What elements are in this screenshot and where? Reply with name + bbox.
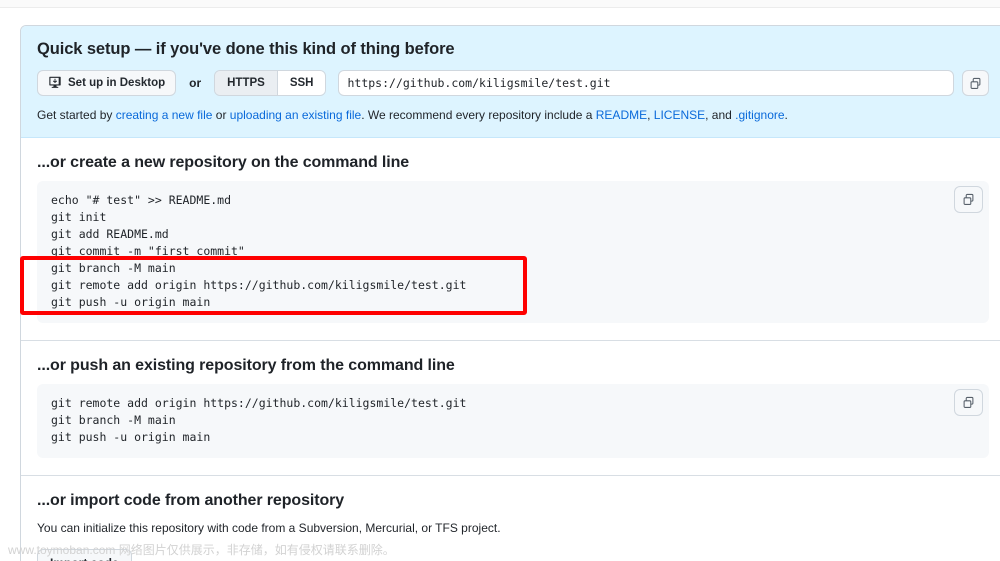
push-existing-code-wrap: git remote add origin https://github.com… (37, 384, 989, 459)
get-started-sep1: , (647, 108, 654, 122)
copy-create-repo-code-button[interactable] (954, 186, 983, 213)
push-existing-repository-title: ...or push an existing repository from t… (37, 357, 455, 375)
get-started-text: Get started by creating a new file or up… (37, 106, 989, 124)
repo-url-input[interactable] (338, 70, 954, 96)
create-new-repository-title: ...or create a new repository on the com… (37, 154, 410, 171)
link-readme[interactable]: README (596, 108, 647, 122)
protocol-ssh-button[interactable]: SSH (276, 71, 326, 95)
browser-top-strip (0, 0, 1000, 8)
quick-setup-title: Quick setup — if you've done this kind o… (37, 40, 455, 58)
get-started-suffix: . (784, 108, 788, 122)
get-started-middle: . We recommend every repository include … (361, 108, 596, 122)
create-repo-code-wrap: echo "# test" >> README.md git init git … (37, 181, 989, 324)
push-existing-code-block[interactable]: git remote add origin https://github.com… (37, 384, 989, 459)
footer-watermark: www.toymoban.com 网络图片仅供展示，非存储，如有侵权请联系删除。 (8, 543, 395, 557)
get-started-or: or (212, 108, 230, 122)
set-up-in-desktop-label: Set up in Desktop (68, 77, 166, 89)
protocol-https-button[interactable]: HTTPS (215, 71, 277, 95)
copy-push-existing-code-button[interactable] (954, 389, 983, 417)
push-existing-repository-section: ...or push an existing repository from t… (21, 341, 1000, 477)
import-code-description: You can initialize this repository with … (37, 521, 501, 536)
link-uploading-an-existing-file[interactable]: uploading an existing file (230, 108, 361, 122)
get-started-sep2: , and (705, 108, 736, 122)
protocol-toggle-group: HTTPS SSH (214, 70, 327, 96)
page-root: Quick setup — if you've done this kind o… (0, 0, 1000, 561)
import-code-title: ...or import code from another repositor… (37, 492, 345, 510)
repository-setup-card: Quick setup — if you've done this kind o… (20, 25, 1000, 561)
desktop-download-icon (48, 75, 62, 92)
create-new-repository-section: ...or create a new repository on the com… (21, 138, 1000, 342)
quick-setup-controls-row: Set up in Desktop or HTTPS SSH (37, 70, 989, 96)
copy-url-button[interactable] (962, 70, 989, 96)
get-started-prefix: Get started by (37, 108, 116, 122)
link-gitignore[interactable]: .gitignore (735, 108, 784, 122)
link-license[interactable]: LICENSE (654, 108, 705, 122)
repo-url-row (338, 70, 989, 96)
create-repo-code-block[interactable]: echo "# test" >> README.md git init git … (37, 181, 989, 324)
or-label: or (189, 76, 202, 90)
link-creating-a-new-file[interactable]: creating a new file (116, 108, 213, 122)
set-up-in-desktop-button[interactable]: Set up in Desktop (37, 70, 177, 96)
quick-setup-panel: Quick setup — if you've done this kind o… (21, 26, 1000, 138)
